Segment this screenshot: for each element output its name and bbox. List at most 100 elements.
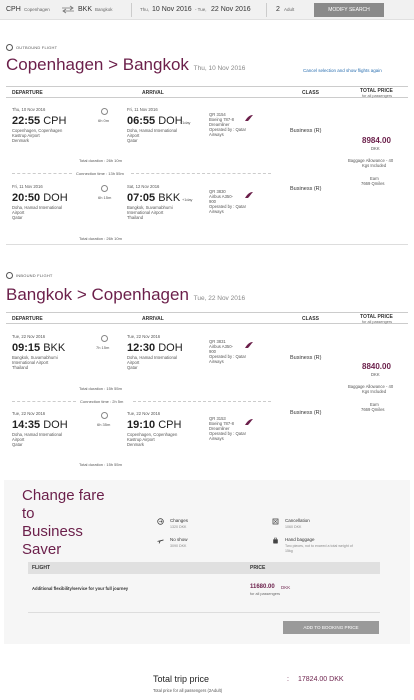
dep-code: DOH xyxy=(43,419,68,431)
outbound-segment-2[interactable]: Fri, 11 Nov 2016 20:50 DOH Doha, Hamad I… xyxy=(0,181,414,241)
next-day-badge: +1day xyxy=(182,198,193,202)
dep-time: 09:15 xyxy=(12,342,41,354)
cancellation-fee: 1060 DKK xyxy=(285,525,302,529)
arr-time: 07:05 xyxy=(127,192,156,204)
next-day-badge: +1day xyxy=(180,121,191,125)
arr-code: DOH xyxy=(158,115,183,127)
dep-time-block: 20:50 DOH xyxy=(12,192,68,204)
dep-time: 14:35 xyxy=(12,419,41,431)
header-departure: DEPARTURE xyxy=(12,90,43,96)
changes-label: Changes xyxy=(170,518,189,523)
flight-info-line: Airways xyxy=(209,209,224,214)
cancel-selection-link[interactable]: Cancel selection and show flights again xyxy=(303,68,382,73)
noshow-fee: 3090 DKK xyxy=(170,544,187,548)
title-line: Change fare xyxy=(22,487,105,504)
arr-time: 06:55 xyxy=(127,115,156,127)
airline-logo-icon xyxy=(245,192,253,198)
cabin-class: Business (R) xyxy=(290,410,322,416)
arr-code: DOH xyxy=(158,342,183,354)
hand-baggage-desc: 15kg xyxy=(285,549,293,553)
dep-time-block: 14:35 DOH xyxy=(12,419,68,431)
outbound-section-label: OUTBOUND FLIGHT xyxy=(16,45,58,50)
clock-icon xyxy=(101,108,108,115)
destination-city: Bangkok xyxy=(95,7,113,12)
arr-code: CPH xyxy=(158,419,182,431)
fare-header-price: PRICE xyxy=(250,565,266,571)
baggage-allowance: Kgs Included xyxy=(362,389,387,394)
hand-baggage-icon xyxy=(273,537,278,544)
origin-city: Copenhagen xyxy=(24,7,50,12)
cabin-class: Business (R) xyxy=(290,186,322,192)
airline-logo-icon xyxy=(245,419,253,425)
date-back: 22 Nov 2016 xyxy=(211,6,251,13)
arr-time: 19:10 xyxy=(127,419,156,431)
total-duration: Total duration : 26h 10m xyxy=(79,158,122,163)
connection-divider xyxy=(12,173,72,174)
round-trip-icon xyxy=(62,5,74,14)
arr-time: 12:30 xyxy=(127,342,156,354)
inbound-price: 8840.00 xyxy=(362,362,391,371)
inbound-route-date: Tue, 22 Nov 2016 xyxy=(193,295,246,302)
flight-info-line: Airways xyxy=(209,132,224,137)
changes-icon xyxy=(157,518,164,525)
airline-logo-icon xyxy=(245,115,253,121)
outbound-route-title: Copenhagen > Bangkok Thu, 10 Nov 2016 xyxy=(6,55,245,75)
fare-row-description: Additional flexibility/service for your … xyxy=(32,586,129,591)
arr-date: Tue, 22 Nov 2016 xyxy=(127,411,161,416)
dates-prefix: Thu, xyxy=(140,7,150,12)
header-total-price-sub: for all passengers xyxy=(362,320,392,324)
total-trip-price-label: Total trip price xyxy=(153,674,210,684)
dep-time: 20:50 xyxy=(12,192,41,204)
title-line: Business xyxy=(22,523,83,540)
dep-date: Tue, 22 Nov 2016 xyxy=(12,334,46,339)
dep-place-line: Thailand xyxy=(12,365,29,370)
dep-date: Fri, 11 Nov 2016 xyxy=(12,184,43,189)
dep-time-block: 09:15 BKK xyxy=(12,342,65,354)
inbound-segment-2[interactable]: Tue, 22 Nov 2016 14:35 DOH Doha, Hamad I… xyxy=(0,408,414,468)
dep-date: Thu, 10 Nov 2016 xyxy=(12,107,46,112)
divider xyxy=(266,3,267,17)
divider xyxy=(28,612,380,613)
airline-logo-icon xyxy=(245,342,253,348)
cancellation-icon xyxy=(272,518,279,525)
fare-price-sub: for all passengers xyxy=(250,592,280,596)
dep-code: DOH xyxy=(43,192,68,204)
arr-place-line: Thailand xyxy=(127,215,144,220)
plane-icon xyxy=(157,539,164,544)
cabin-class: Business (R) xyxy=(290,355,322,361)
arr-time-block: 19:10 CPH xyxy=(127,419,181,431)
total-separator: : xyxy=(287,676,289,683)
modify-search-button[interactable]: MODIFY SEARCH xyxy=(314,3,384,17)
baggage-allowance: Kgs Included xyxy=(362,163,387,168)
header-arrival: ARRIVAL xyxy=(142,316,164,322)
header-class: CLASS xyxy=(302,316,319,322)
hand-baggage-desc: Two pieces, not to exceed a total weight… xyxy=(285,544,353,548)
pax-count: 2 xyxy=(276,6,280,13)
clock-icon xyxy=(101,185,108,192)
total-duration: Total duration : 26h 10m xyxy=(79,236,122,241)
dep-code: BKK xyxy=(43,342,66,354)
total-duration: Total duration : 15h 55m xyxy=(79,386,122,391)
inbound-route: Bangkok > Copenhagen xyxy=(6,285,189,304)
arr-date: Sat, 12 Nov 2016 xyxy=(127,184,160,189)
inbound-marker-icon xyxy=(6,272,13,279)
fare-price-value: 11680.00 xyxy=(250,584,275,590)
segment-duration: 6h 15m xyxy=(98,195,112,200)
search-summary-bar: CPH Copenhagen BKK Bangkok Thu, 10 Nov 2… xyxy=(0,0,414,20)
hand-baggage-label: Hand baggage xyxy=(285,537,315,542)
arr-place-line: Qatar xyxy=(127,138,138,143)
header-class: CLASS xyxy=(302,90,319,96)
fare-header-flight: FLIGHT xyxy=(32,565,51,571)
clock-icon xyxy=(101,335,108,342)
dep-place-line: Qatar xyxy=(12,442,23,447)
destination-code: BKK xyxy=(78,6,93,13)
arr-date: Tue, 22 Nov 2016 xyxy=(127,334,161,339)
dep-place-line: Denmark xyxy=(12,138,29,143)
segment-duration: 6h 0m xyxy=(98,118,110,123)
dep-place-line: Qatar xyxy=(12,215,23,220)
add-to-booking-price-button[interactable]: ADD TO BOOKING PRICE xyxy=(283,621,379,634)
arr-time-block: 06:55 DOH xyxy=(127,115,183,127)
connection-divider xyxy=(133,401,271,402)
arr-time-block: 07:05 BKK xyxy=(127,192,180,204)
outbound-price: 8984.00 xyxy=(362,136,391,145)
